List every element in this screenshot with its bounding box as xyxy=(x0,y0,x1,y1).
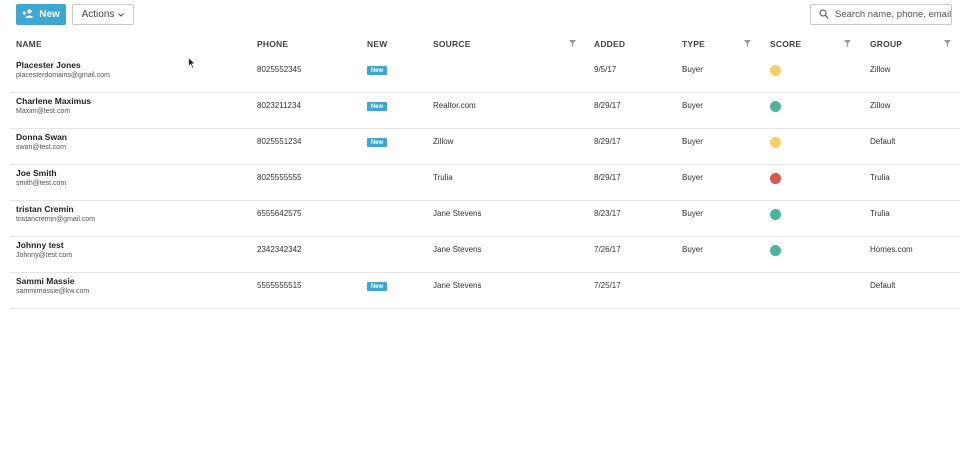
column-header-name[interactable]: NAME xyxy=(16,39,42,49)
contact-source: Jane Stevens xyxy=(433,281,482,290)
score-indicator xyxy=(770,209,781,220)
new-badge: New xyxy=(367,102,387,111)
table-row[interactable]: Donna Swan swan@test.com 8025551234 New … xyxy=(10,129,960,165)
search-input[interactable] xyxy=(835,9,953,20)
contact-name[interactable]: Placester Jones xyxy=(16,60,81,70)
column-header-source[interactable]: SOURCE xyxy=(433,39,471,49)
column-header-score[interactable]: SCORE xyxy=(770,39,801,49)
contact-source: Jane Stevens xyxy=(433,209,482,218)
contact-email: tristancremin@gmail.com xyxy=(16,216,96,223)
contact-group: Default xyxy=(870,281,896,290)
contact-source: Jane Stevens xyxy=(433,245,482,254)
contact-email: Maxim@test.com xyxy=(16,108,71,115)
column-header-added[interactable]: ADDED xyxy=(594,39,625,49)
score-indicator xyxy=(770,173,781,184)
contact-phone: 2342342342 xyxy=(257,245,302,254)
search-box[interactable] xyxy=(810,4,953,25)
contact-name[interactable]: Joe Smith xyxy=(16,168,57,178)
contact-phone: 8025552345 xyxy=(257,65,302,74)
actions-label: Actions xyxy=(81,9,115,20)
mouse-cursor-icon xyxy=(188,57,196,69)
contact-type: Buyer xyxy=(682,173,703,182)
table-row[interactable]: Charlene Maximus Maxim@test.com 80232112… xyxy=(10,93,960,129)
contact-type: Buyer xyxy=(682,245,703,254)
filter-icon[interactable] xyxy=(744,40,751,47)
contact-type: Buyer xyxy=(682,209,703,218)
add-user-icon xyxy=(22,8,34,21)
contact-source: Zillow xyxy=(433,137,454,146)
contact-name[interactable]: tristan Cremin xyxy=(16,204,74,214)
filter-icon[interactable] xyxy=(944,40,951,47)
contact-name[interactable]: Sammi Massie xyxy=(16,276,75,286)
actions-dropdown[interactable]: Actions xyxy=(72,4,134,25)
table-header: NAME PHONE NEW SOURCE ADDED TYPE SCORE G… xyxy=(0,36,960,54)
contact-group: Trulia xyxy=(870,209,890,218)
score-indicator xyxy=(770,65,781,76)
contact-added-date: 7/26/17 xyxy=(594,245,621,254)
new-contact-button[interactable]: New xyxy=(16,4,66,25)
contact-name[interactable]: Donna Swan xyxy=(16,132,67,142)
contact-group: Trulia xyxy=(870,173,890,182)
contact-source: Trulia xyxy=(433,173,453,182)
contact-phone: 8025551234 xyxy=(257,137,302,146)
score-indicator xyxy=(770,245,781,256)
contact-group: Zillow xyxy=(870,65,891,74)
filter-icon[interactable] xyxy=(569,40,576,47)
new-badge: New xyxy=(367,66,387,75)
new-badge: New xyxy=(367,282,387,291)
table-row[interactable]: Sammi Massie sammimassie@kw.com 55555555… xyxy=(10,273,960,309)
contact-added-date: 8/29/17 xyxy=(594,137,621,146)
column-header-new[interactable]: NEW xyxy=(367,39,387,49)
contact-email: swan@test.com xyxy=(16,144,66,151)
contact-name[interactable]: Charlene Maximus xyxy=(16,96,91,106)
contact-phone: 6555642575 xyxy=(257,209,302,218)
contact-email: sammimassie@kw.com xyxy=(16,288,90,295)
filter-icon[interactable] xyxy=(844,40,851,47)
contact-phone: 8023211234 xyxy=(257,101,301,110)
column-header-type[interactable]: TYPE xyxy=(682,39,705,49)
contact-added-date: 8/29/17 xyxy=(594,101,621,110)
contact-email: smith@test.com xyxy=(16,180,67,187)
contact-added-date: 8/29/17 xyxy=(594,173,621,182)
search-icon xyxy=(819,6,829,24)
contact-name[interactable]: Johnny test xyxy=(16,240,64,250)
new-badge: New xyxy=(367,138,387,147)
table-row[interactable]: Joe Smith smith@test.com 8025555555 Trul… xyxy=(10,165,960,201)
contact-phone: 8025555555 xyxy=(257,173,302,182)
contact-type: Buyer xyxy=(682,101,703,110)
contact-added-date: 7/25/17 xyxy=(594,281,621,290)
contact-group: Default xyxy=(870,137,896,146)
score-indicator xyxy=(770,101,781,112)
contact-added-date: 9/5/17 xyxy=(594,65,617,74)
contact-group: Homes.com xyxy=(870,245,913,254)
toolbar: New Actions xyxy=(0,0,960,32)
contact-email: Johnny@test.com xyxy=(16,252,73,259)
contact-phone: 5555555515 xyxy=(257,281,302,290)
table-row[interactable]: tristan Cremin tristancremin@gmail.com 6… xyxy=(10,201,960,237)
chevron-down-icon xyxy=(118,9,125,20)
column-header-phone[interactable]: PHONE xyxy=(257,39,288,49)
contact-added-date: 8/23/17 xyxy=(594,209,621,218)
column-header-group[interactable]: GROUP xyxy=(870,39,902,49)
contact-source: Realtor.com xyxy=(433,101,476,110)
contact-type: Buyer xyxy=(682,137,703,146)
contact-group: Zillow xyxy=(870,101,891,110)
contact-email: placesterdomains@gmail.com xyxy=(16,72,110,79)
table-row[interactable]: Johnny test Johnny@test.com 2342342342 J… xyxy=(10,237,960,273)
contact-type: Buyer xyxy=(682,65,703,74)
table-row[interactable]: Placester Jones placesterdomains@gmail.c… xyxy=(10,57,960,93)
score-indicator xyxy=(770,137,781,148)
new-button-label: New xyxy=(39,9,60,20)
